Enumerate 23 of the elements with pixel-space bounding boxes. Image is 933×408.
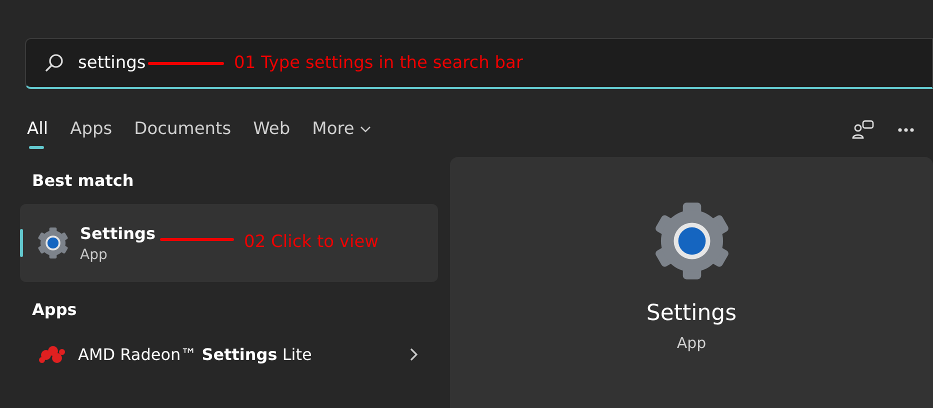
app-title: Settings bbox=[646, 301, 737, 326]
app-type: App bbox=[676, 334, 706, 352]
amd-logo-icon bbox=[38, 343, 66, 365]
section-heading: Best match bbox=[32, 171, 135, 190]
gear-icon bbox=[36, 226, 70, 260]
chevron-right-icon bbox=[410, 348, 418, 360]
filter-tab[interactable]: All bbox=[16, 109, 60, 151]
more-options-icon[interactable] bbox=[897, 127, 915, 133]
result-subtitle: App bbox=[80, 246, 108, 262]
people-chat-icon[interactable] bbox=[851, 119, 875, 141]
chevron-down-icon bbox=[360, 126, 372, 132]
annotation-text: 01 Type settings in the search bar bbox=[234, 53, 523, 73]
result-title: Settings bbox=[80, 224, 156, 242]
app-list-item[interactable]: AMD Radeon™ Settings Lite bbox=[20, 331, 438, 377]
section-heading: Apps bbox=[32, 300, 78, 319]
search-field[interactable]: settings bbox=[78, 53, 148, 73]
filter-tab[interactable]: Documents bbox=[123, 109, 242, 151]
search-icon bbox=[44, 53, 64, 73]
result-item[interactable]: Settings App 02 Click to view bbox=[20, 204, 438, 282]
filter-tab[interactable]: More bbox=[301, 109, 382, 151]
annotation-text: 02 Click to view bbox=[244, 232, 379, 252]
filter-tab[interactable]: Apps bbox=[59, 109, 124, 151]
filter-tab[interactable]: Web bbox=[242, 109, 302, 151]
